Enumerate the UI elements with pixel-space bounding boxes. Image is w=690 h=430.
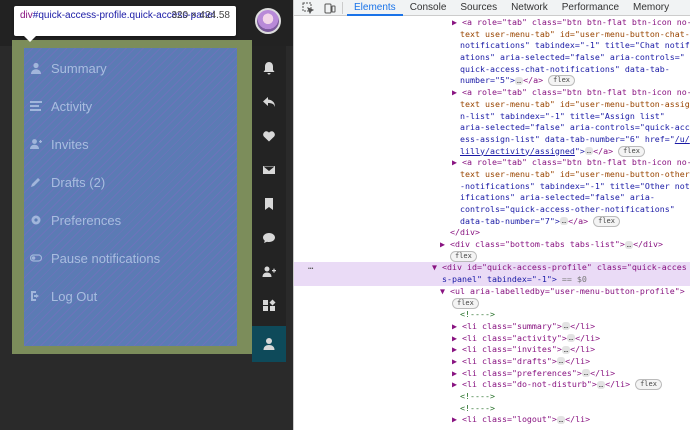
tab-console[interactable]: Console [403, 0, 454, 16]
menu-item-drafts[interactable]: Drafts (2) [30, 170, 105, 194]
menu-item-label: Log Out [51, 288, 98, 304]
tab-bookmarks[interactable] [252, 186, 286, 222]
tab-sources[interactable]: Sources [453, 0, 504, 16]
dom-node[interactable]: ▶ <li class="drafts">… </li> [294, 356, 690, 368]
logout-icon [31, 291, 39, 301]
tab-chat-notifications[interactable] [252, 220, 286, 256]
activity-icon [30, 101, 42, 111]
menu-item-pause-notifications[interactable]: Pause notifications [30, 246, 160, 270]
inspect-tooltip: div#quick-access-profile.quick-access-pa… [14, 6, 236, 42]
bookmark-icon [265, 198, 273, 210]
tab-elements[interactable]: Elements [347, 0, 403, 16]
plugins-icon [263, 299, 276, 311]
heart-icon [263, 131, 275, 142]
tab-profile[interactable] [252, 326, 286, 362]
add-user-icon [262, 266, 276, 277]
dom-tree[interactable]: ▶ <a role="tab" class="btn btn-flat btn-… [294, 17, 690, 430]
dom-node[interactable]: ▼ <ul aria-labelledby="user-menu-button-… [294, 286, 690, 298]
menu-item-label: Activity [51, 98, 93, 114]
tab-other-notifications[interactable] [252, 288, 286, 324]
device-toggle-icon[interactable] [324, 2, 338, 14]
tab-memory[interactable]: Memory [626, 0, 676, 16]
menu-item-label: Drafts (2) [51, 174, 106, 190]
dom-node[interactable]: ▶ <div class="bottom-tabs tabs-list">… </… [294, 239, 690, 251]
user-icon [263, 338, 275, 350]
menu-item-logout[interactable]: Log Out [30, 284, 97, 308]
dom-node[interactable]: ▶ <li class="logout">… </li> [294, 414, 690, 426]
dom-node[interactable]: ▶ <li class="summary">… </li> [294, 321, 690, 333]
user-icon [31, 62, 41, 74]
menu-item-activity[interactable]: Activity [30, 94, 92, 118]
dom-node[interactable]: ▶ <li class="preferences">… </li> [294, 368, 690, 380]
user-menu-tabs-rail [252, 46, 286, 362]
menu-item-label: Summary [51, 60, 107, 76]
invite-icon [30, 139, 42, 149]
menu-item-label: Pause notifications [51, 250, 161, 266]
tooltip-dimensions: 320 × 424.58 [171, 10, 230, 21]
tab-replies[interactable] [252, 84, 286, 120]
bell-icon [263, 62, 275, 75]
app-page: Summary Activity Invites Drafts (2) Pref… [0, 0, 293, 430]
menu-item-invites[interactable]: Invites [30, 132, 89, 156]
tab-notifications[interactable] [252, 50, 286, 86]
tabbar-separator [342, 1, 343, 14]
reply-icon [263, 97, 275, 107]
dom-node[interactable]: ▶ <a role="tab" class="btn btn-flat btn-… [294, 17, 690, 29]
chat-icon [263, 233, 275, 243]
dom-node[interactable]: ▶ <li class="invites">… </li> [294, 344, 690, 356]
gear-icon [31, 215, 41, 225]
dom-node[interactable]: ▶ <li class="activity">… </li> [294, 333, 690, 345]
avatar[interactable] [255, 8, 281, 34]
dom-node-selected[interactable]: … ▼ <div id="quick-access-profile" class=… [294, 262, 690, 275]
envelope-icon [263, 166, 275, 174]
toggle-icon [30, 254, 42, 262]
menu-item-label: Preferences [51, 212, 122, 228]
devtools-tabbar: Elements Console Sources Network Perform… [294, 0, 690, 16]
tooltip-tag: div [20, 10, 33, 21]
inspect-element-icon[interactable] [302, 2, 316, 14]
dom-node[interactable]: ▶ <a role="tab" class="btn btn-flat btn-… [294, 87, 690, 99]
tab-messages[interactable] [252, 152, 286, 188]
menu-item-label: Invites [51, 136, 89, 152]
devtools-panel: Elements Console Sources Network Perform… [293, 0, 690, 430]
tab-assign-list[interactable] [252, 254, 286, 290]
dom-node[interactable]: ▶ <a role="tab" class="btn btn-flat btn-… [294, 157, 690, 169]
dom-node[interactable]: ▶ <li class="do-not-disturb">… </li> flex [294, 379, 690, 391]
tab-likes[interactable] [252, 118, 286, 154]
tab-network[interactable]: Network [504, 0, 555, 16]
menu-item-preferences[interactable]: Preferences [30, 208, 121, 232]
menu-item-summary[interactable]: Summary [30, 56, 107, 80]
pencil-icon [31, 178, 40, 187]
tab-performance[interactable]: Performance [555, 0, 626, 16]
